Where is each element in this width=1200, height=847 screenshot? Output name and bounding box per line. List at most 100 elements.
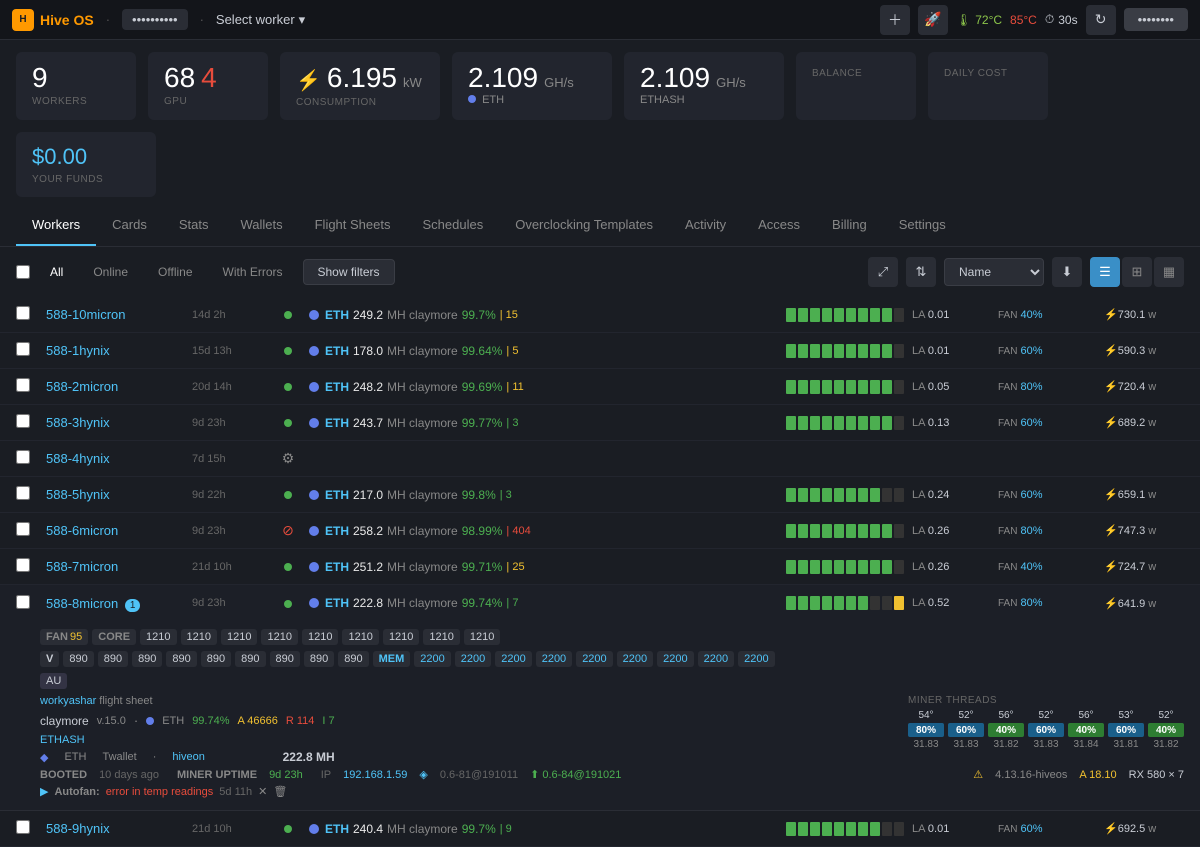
worker-name[interactable]: 588-4hynix — [46, 451, 186, 466]
sort-btn[interactable]: ⇅ — [906, 257, 936, 287]
refresh-icon-btn[interactable]: ↻ — [1086, 5, 1116, 35]
worker-name[interactable]: 588-3hynix — [46, 415, 186, 430]
nav-right: ＋ 🚀 🌡 72°C 85°C ⏱ 30s ↻ •••••••• — [880, 5, 1188, 35]
worker-la: LA 0.26 — [912, 561, 992, 573]
worker-fan: FAN 80% — [998, 597, 1098, 609]
worker-uptime: 9d 22h — [192, 489, 267, 501]
worker-uptime: 7d 15h — [192, 453, 267, 465]
ethash-label: ETHASH — [640, 94, 685, 106]
mem-val-2: 2200 — [495, 651, 531, 667]
thread-fan-bar: 60% — [948, 723, 984, 737]
tab-wallets[interactable]: Wallets — [224, 205, 298, 246]
filter-errors-btn[interactable]: With Errors — [211, 260, 295, 284]
core-val-4: 1210 — [302, 629, 338, 645]
row-checkbox[interactable] — [16, 306, 30, 320]
worker-name[interactable]: 588-2micron — [46, 379, 186, 394]
status-indicator — [284, 347, 292, 355]
mem-val-7: 2200 — [698, 651, 734, 667]
rocket-icon-btn[interactable]: 🚀 — [918, 5, 948, 35]
tab-activity[interactable]: Activity — [669, 205, 742, 246]
tab-cards[interactable]: Cards — [96, 205, 163, 246]
add-icon-btn[interactable]: ＋ — [880, 5, 910, 35]
eth-coin-icon — [309, 526, 319, 536]
view-grid-btn[interactable]: ⊞ — [1122, 257, 1152, 287]
view-tiles-btn[interactable]: ▦ — [1154, 257, 1184, 287]
topnav: H Hive OS · •••••••••• · Select worker ▾… — [0, 0, 1200, 40]
worker-name[interactable]: 588-7micron — [46, 559, 186, 574]
table-row: 588-10micron 14d 2h ETH 249.2 MH claymor… — [0, 297, 1200, 333]
rx-value: RX 580 × 7 — [1129, 769, 1184, 781]
thread-fan-bar: 80% — [908, 723, 944, 737]
threads-label: MINER THREADS — [908, 695, 1184, 706]
row-checkbox[interactable] — [16, 595, 30, 609]
row-checkbox[interactable] — [16, 450, 30, 464]
tab-flight-sheets[interactable]: Flight Sheets — [299, 205, 407, 246]
name-select[interactable]: Name — [944, 258, 1044, 286]
thread-cell: 56° 40% 31.84 — [1068, 710, 1104, 750]
workers-value: 9 — [32, 64, 120, 92]
tab-billing[interactable]: Billing — [816, 205, 883, 246]
gpu-bars — [786, 308, 906, 322]
eth-card: 2.109 GH/s ETH — [452, 52, 612, 120]
tab-access[interactable]: Access — [742, 205, 816, 246]
row-checkbox[interactable] — [16, 378, 30, 392]
worker-fan: FAN 40% — [998, 561, 1098, 573]
wallet-name: ETH — [64, 751, 86, 763]
gpu-bars — [786, 380, 906, 394]
worker-fan: FAN 60% — [998, 489, 1098, 501]
gpu-bars — [786, 560, 906, 574]
thread-cell: 52° 40% 31.82 — [1148, 710, 1184, 750]
user-btn[interactable]: •••••••• — [1124, 8, 1188, 31]
filter-online-btn[interactable]: Online — [81, 260, 140, 284]
worker-fan: FAN 40% — [998, 309, 1098, 321]
tab-settings[interactable]: Settings — [883, 205, 962, 246]
worker-name[interactable]: 588-1hynix — [46, 343, 186, 358]
table-row: 588-9hynix 21d 10h ETH 240.4 MH claymore… — [0, 811, 1200, 847]
worker-algo: ETH 251.2 MH claymore 99.71% | 25 — [309, 560, 780, 574]
worker-name[interactable]: 588-9hynix — [46, 821, 186, 836]
row-checkbox[interactable] — [16, 522, 30, 536]
v-val-7: 890 — [304, 651, 334, 667]
v-val-8: 890 — [338, 651, 368, 667]
row-checkbox[interactable] — [16, 414, 30, 428]
filter-offline-btn[interactable]: Offline — [146, 260, 204, 284]
eth-label: ETH — [482, 94, 504, 106]
expand-btn[interactable]: ⤢ — [868, 257, 898, 287]
v-val-0: 890 — [63, 651, 93, 667]
farm-name[interactable]: •••••••••• — [122, 9, 188, 30]
consumption-label: CONSUMPTION — [296, 97, 424, 108]
show-filters-btn[interactable]: Show filters — [303, 259, 395, 285]
download-btn[interactable]: ⬇ — [1052, 257, 1082, 287]
worker-name[interactable]: 588-5hynix — [46, 487, 186, 502]
worker-select-btn[interactable]: Select worker ▾ — [216, 12, 305, 28]
tab-stats[interactable]: Stats — [163, 205, 225, 246]
row-checkbox[interactable] — [16, 342, 30, 356]
tab-schedules[interactable]: Schedules — [406, 205, 499, 246]
worker-power: ⚡692.5 w — [1104, 822, 1184, 835]
expanded-tags: FAN95 CORE 1210 1210 1210 1210 1210 1210… — [40, 629, 1184, 645]
row-checkbox[interactable] — [16, 486, 30, 500]
worker-power: ⚡641.9 w — [1104, 597, 1184, 610]
eth-coin-icon — [309, 346, 319, 356]
worker-algo: ETH 248.2 MH claymore 99.69% | 11 — [309, 380, 780, 394]
v-val-4: 890 — [201, 651, 231, 667]
tab-overclocking[interactable]: Overclocking Templates — [499, 205, 669, 246]
worker-name[interactable]: 588-6micron — [46, 523, 186, 538]
row-checkbox[interactable] — [16, 820, 30, 834]
row-checkbox[interactable] — [16, 558, 30, 572]
consumption-value: 6.195 — [327, 64, 397, 92]
table-row: 588-1hynix 15d 13h ETH 178.0 MH claymore… — [0, 333, 1200, 369]
worker-power: ⚡689.2 w — [1104, 416, 1184, 429]
temp-badge: 🌡 72°C 85°C — [956, 13, 1037, 27]
filter-all-btn[interactable]: All — [38, 260, 75, 284]
wallet-hashrate: 222.8 MH — [283, 750, 335, 764]
eth-coin-icon — [309, 382, 319, 392]
tab-workers[interactable]: Workers — [16, 205, 96, 246]
worker-name[interactable]: 588-8micron 1 — [46, 596, 186, 611]
uptime-label: MINER UPTIME — [177, 769, 257, 781]
worker-uptime: 14d 2h — [192, 309, 267, 321]
thread-cell: 53° 60% 31.81 — [1108, 710, 1144, 750]
view-list-btn[interactable]: ☰ — [1090, 257, 1120, 287]
worker-name[interactable]: 588-10micron — [46, 307, 186, 322]
select-all-checkbox[interactable] — [16, 265, 30, 279]
